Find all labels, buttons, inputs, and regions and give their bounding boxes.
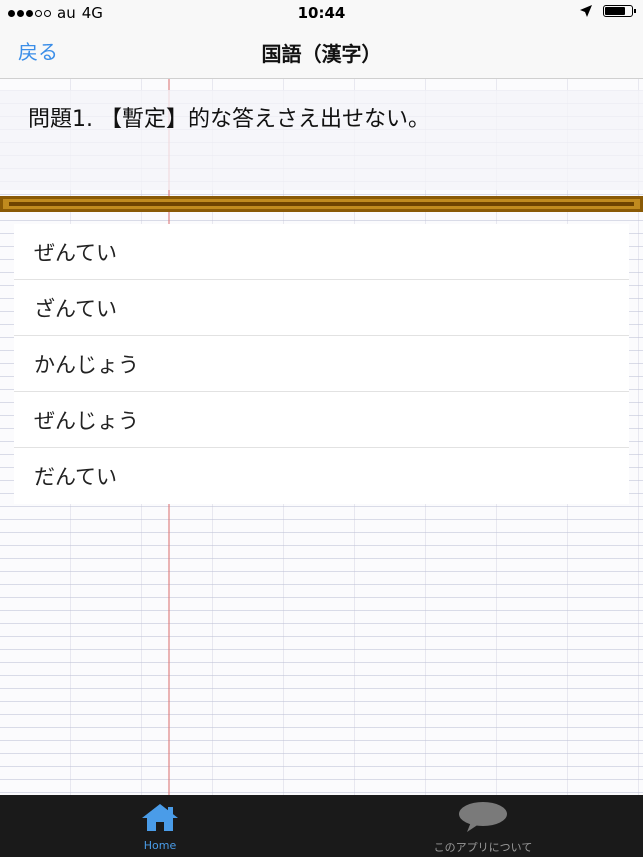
page-title: 国語（漢字） <box>261 42 382 66</box>
answer-option-2[interactable]: ざんてい <box>14 280 629 336</box>
divider-bar <box>0 196 643 212</box>
question-text: 問題1. 【暫定】的な答えさえ出せない。 <box>28 107 430 132</box>
location-arrow-icon <box>580 5 592 17</box>
answer-option-4[interactable]: ぜんじょう <box>14 392 629 448</box>
status-right <box>579 4 636 18</box>
answer-list: ぜんてい ざんてい かんじょう ぜんじょう だんてい <box>14 224 629 504</box>
answer-option-3[interactable]: かんじょう <box>14 336 629 392</box>
tab-bar: Home このアプリについて <box>0 795 643 857</box>
tab-home-label: Home <box>143 839 177 852</box>
tab-about-app[interactable]: このアプリについて <box>383 801 583 855</box>
status-bar: au 4G 10:44 <box>0 0 643 26</box>
navigation-bar: 戻る 国語（漢字） <box>0 26 643 79</box>
question-panel: 問題1. 【暫定】的な答えさえ出せない。 <box>0 90 643 190</box>
speech-bubble-icon <box>459 802 507 832</box>
battery-level-fill <box>605 7 625 15</box>
home-icon <box>142 804 178 831</box>
answer-option-1[interactable]: ぜんてい <box>14 224 629 280</box>
tab-about-label: このアプリについて <box>433 841 533 854</box>
answer-option-5[interactable]: だんてい <box>14 448 629 504</box>
tab-home[interactable]: Home <box>60 801 260 852</box>
status-time: 10:44 <box>297 4 346 22</box>
battery-icon <box>603 5 636 17</box>
